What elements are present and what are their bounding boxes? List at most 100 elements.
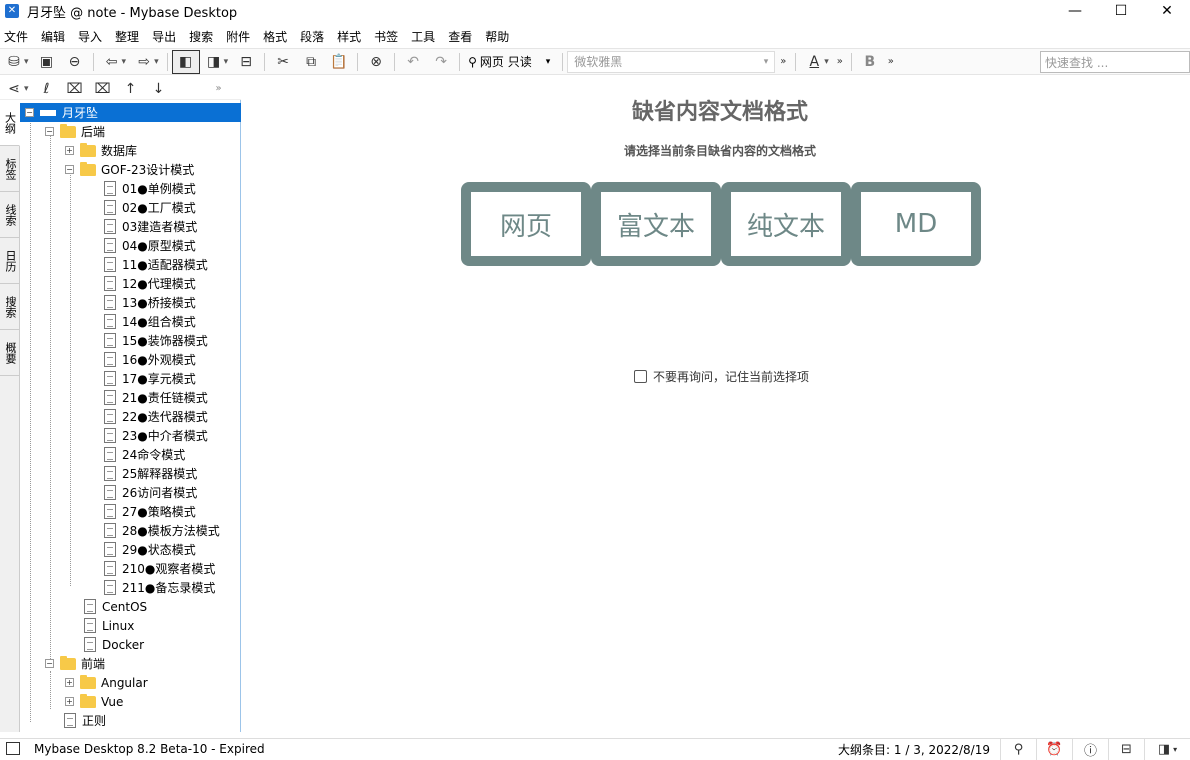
expand-icon[interactable]: + — [65, 678, 74, 687]
delete-branch-icon[interactable]: ⌧ — [61, 77, 89, 101]
menu-paragraph[interactable]: 段落 — [296, 28, 331, 45]
tree-folder-vue[interactable]: + Vue — [65, 692, 123, 711]
tree-item-pattern[interactable]: 11●适配器模式 — [104, 255, 208, 274]
menu-format[interactable]: 格式 — [259, 28, 294, 45]
close-button[interactable]: ✕ — [1144, 0, 1190, 22]
tree-item-pattern[interactable]: 17●享元模式 — [104, 369, 196, 388]
undo-icon[interactable]: ↶ — [399, 50, 427, 74]
delete-node-icon[interactable]: ⌧ — [89, 77, 117, 101]
tree-item-pattern[interactable]: 14●组合模式 — [104, 312, 196, 331]
paste-icon[interactable]: 📋 — [325, 50, 353, 74]
tree-item-pattern[interactable]: 29●状态模式 — [104, 540, 196, 559]
tree-item-centos[interactable]: CentOS — [84, 597, 147, 616]
tree-item-pattern[interactable]: 28●模板方法模式 — [104, 521, 220, 540]
info-icon[interactable]: ⓘ — [1072, 739, 1108, 760]
tree-item-pattern[interactable]: 01●单例模式 — [104, 179, 196, 198]
collapse-icon[interactable]: − — [25, 108, 34, 117]
menu-search[interactable]: 搜索 — [185, 28, 220, 45]
tree-label: 16●外观模式 — [122, 353, 196, 367]
tree-item-pattern[interactable]: 13●桥接模式 — [104, 293, 196, 312]
tree-item-pattern[interactable]: 16●外观模式 — [104, 350, 196, 369]
tree-item-pattern[interactable]: 211●备忘录模式 — [104, 578, 215, 597]
tree-item-regex[interactable]: 正则 — [64, 711, 106, 730]
tab-tags[interactable]: 标签 — [0, 146, 20, 192]
tree-item-docker[interactable]: Docker — [84, 635, 144, 654]
tree-item-pattern[interactable]: 210●观察者模式 — [104, 559, 215, 578]
overflow-icon[interactable]: » — [884, 50, 898, 74]
left-pane-icon[interactable]: ◧ — [171, 49, 200, 74]
tree-folder-angular[interactable]: + Angular — [65, 673, 148, 692]
tab-summary[interactable]: 概要 — [0, 330, 20, 376]
expand-icon[interactable]: + — [65, 146, 74, 155]
tree-item-pattern[interactable]: 21●责任链模式 — [104, 388, 208, 407]
alarm-icon[interactable]: ⏰ — [1036, 739, 1072, 760]
font-select[interactable]: 微软雅黑 ▾ — [567, 50, 776, 73]
menu-view[interactable]: 查看 — [444, 28, 479, 45]
tree-item-pattern[interactable]: 27●策略模式 — [104, 502, 196, 521]
format-webpage-button[interactable]: 网页 — [461, 182, 591, 266]
save-icon[interactable]: ▣ — [33, 50, 61, 74]
remember-choice[interactable]: 不要再询问，记住当前选择项 — [634, 368, 809, 385]
collapse-icon[interactable]: − — [45, 659, 54, 668]
remember-checkbox[interactable] — [634, 370, 647, 383]
menu-import[interactable]: 导入 — [74, 28, 109, 45]
tree-item-pattern[interactable]: 04●原型模式 — [104, 236, 196, 255]
collapse-icon[interactable]: − — [65, 165, 74, 174]
menu-style[interactable]: 样式 — [333, 28, 368, 45]
tree-item-pattern[interactable]: 12●代理模式 — [104, 274, 196, 293]
tree-item-pattern[interactable]: 03建造者模式 — [104, 217, 197, 236]
bottom-pane-icon[interactable]: ⊟ — [232, 50, 260, 74]
cancel-icon[interactable]: ⊗ — [362, 50, 390, 74]
tree-item-linux[interactable]: Linux — [84, 616, 134, 635]
search-icon[interactable]: ⚲ — [1000, 739, 1036, 760]
menu-tools[interactable]: 工具 — [407, 28, 442, 45]
cut-icon[interactable]: ✂ — [269, 50, 297, 74]
tree-folder-database[interactable]: + 数据库 — [65, 141, 137, 160]
menu-attachment[interactable]: 附件 — [222, 28, 257, 45]
tree-folder-backend[interactable]: − 后端 — [45, 122, 105, 141]
menu-file[interactable]: 文件 — [0, 28, 35, 45]
overflow-icon[interactable]: » — [205, 77, 233, 101]
tab-clues[interactable]: 线索 — [0, 192, 20, 238]
view-mode-select[interactable]: ⚲ 网页 只读 ▾ — [464, 51, 554, 73]
format-markdown-button[interactable]: MD — [851, 182, 981, 266]
maximize-button[interactable]: ☐ — [1098, 0, 1144, 22]
menu-bookmark[interactable]: 书签 — [370, 28, 405, 45]
move-down-icon[interactable]: ↓ — [145, 77, 173, 101]
tab-search[interactable]: 搜索 — [0, 284, 20, 330]
format-richtext-button[interactable]: 富文本 — [591, 182, 721, 266]
tab-calendar[interactable]: 日历 — [0, 238, 20, 284]
tree-folder-frontend[interactable]: − 前端 — [45, 654, 105, 673]
menu-export[interactable]: 导出 — [148, 28, 183, 45]
panel-toggle-icon[interactable] — [6, 742, 20, 755]
tree-folder-gof[interactable]: − GOF-23设计模式 — [65, 160, 194, 179]
overflow-icon[interactable]: » — [833, 50, 847, 74]
bottom-pane-icon[interactable]: ⊟ — [1108, 739, 1144, 760]
tree-item-pattern[interactable]: 15●装饰器模式 — [104, 331, 208, 350]
tree-item-pattern[interactable]: 23●中介者模式 — [104, 426, 208, 445]
menu-organize[interactable]: 整理 — [111, 28, 146, 45]
tree-item-pattern[interactable]: 26访问者模式 — [104, 483, 197, 502]
quick-search-input[interactable]: 快速查找 ... — [1040, 51, 1190, 73]
format-plaintext-button[interactable]: 纯文本 — [721, 182, 851, 266]
expand-icon[interactable]: + — [65, 697, 74, 706]
minus-circle-icon[interactable]: ⊖ — [61, 50, 89, 74]
unlink-icon[interactable]: ℓ — [33, 77, 61, 101]
right-pane-icon[interactable]: ◨ ▾ — [1144, 739, 1190, 760]
tree-item-pattern[interactable]: 22●迭代器模式 — [104, 407, 208, 426]
collapse-icon[interactable]: − — [45, 127, 54, 136]
redo-icon[interactable]: ↷ — [427, 50, 455, 74]
tree-item-pattern[interactable]: 02●工厂模式 — [104, 198, 196, 217]
menu-help[interactable]: 帮助 — [481, 28, 516, 45]
minimize-button[interactable]: — — [1052, 0, 1098, 22]
copy-icon[interactable]: ⧉ — [297, 50, 325, 74]
document-icon — [104, 352, 116, 367]
overflow-icon[interactable]: » — [775, 50, 791, 74]
tab-outline[interactable]: 大纲 — [0, 100, 20, 146]
tree-item-pattern[interactable]: 25解释器模式 — [104, 464, 197, 483]
bold-icon[interactable]: B — [856, 50, 884, 74]
menu-edit[interactable]: 编辑 — [37, 28, 72, 45]
tree-item-pattern[interactable]: 24命令模式 — [104, 445, 185, 464]
move-up-icon[interactable]: ↑ — [117, 77, 145, 101]
tree-root[interactable]: − 月牙坠 — [20, 103, 241, 122]
